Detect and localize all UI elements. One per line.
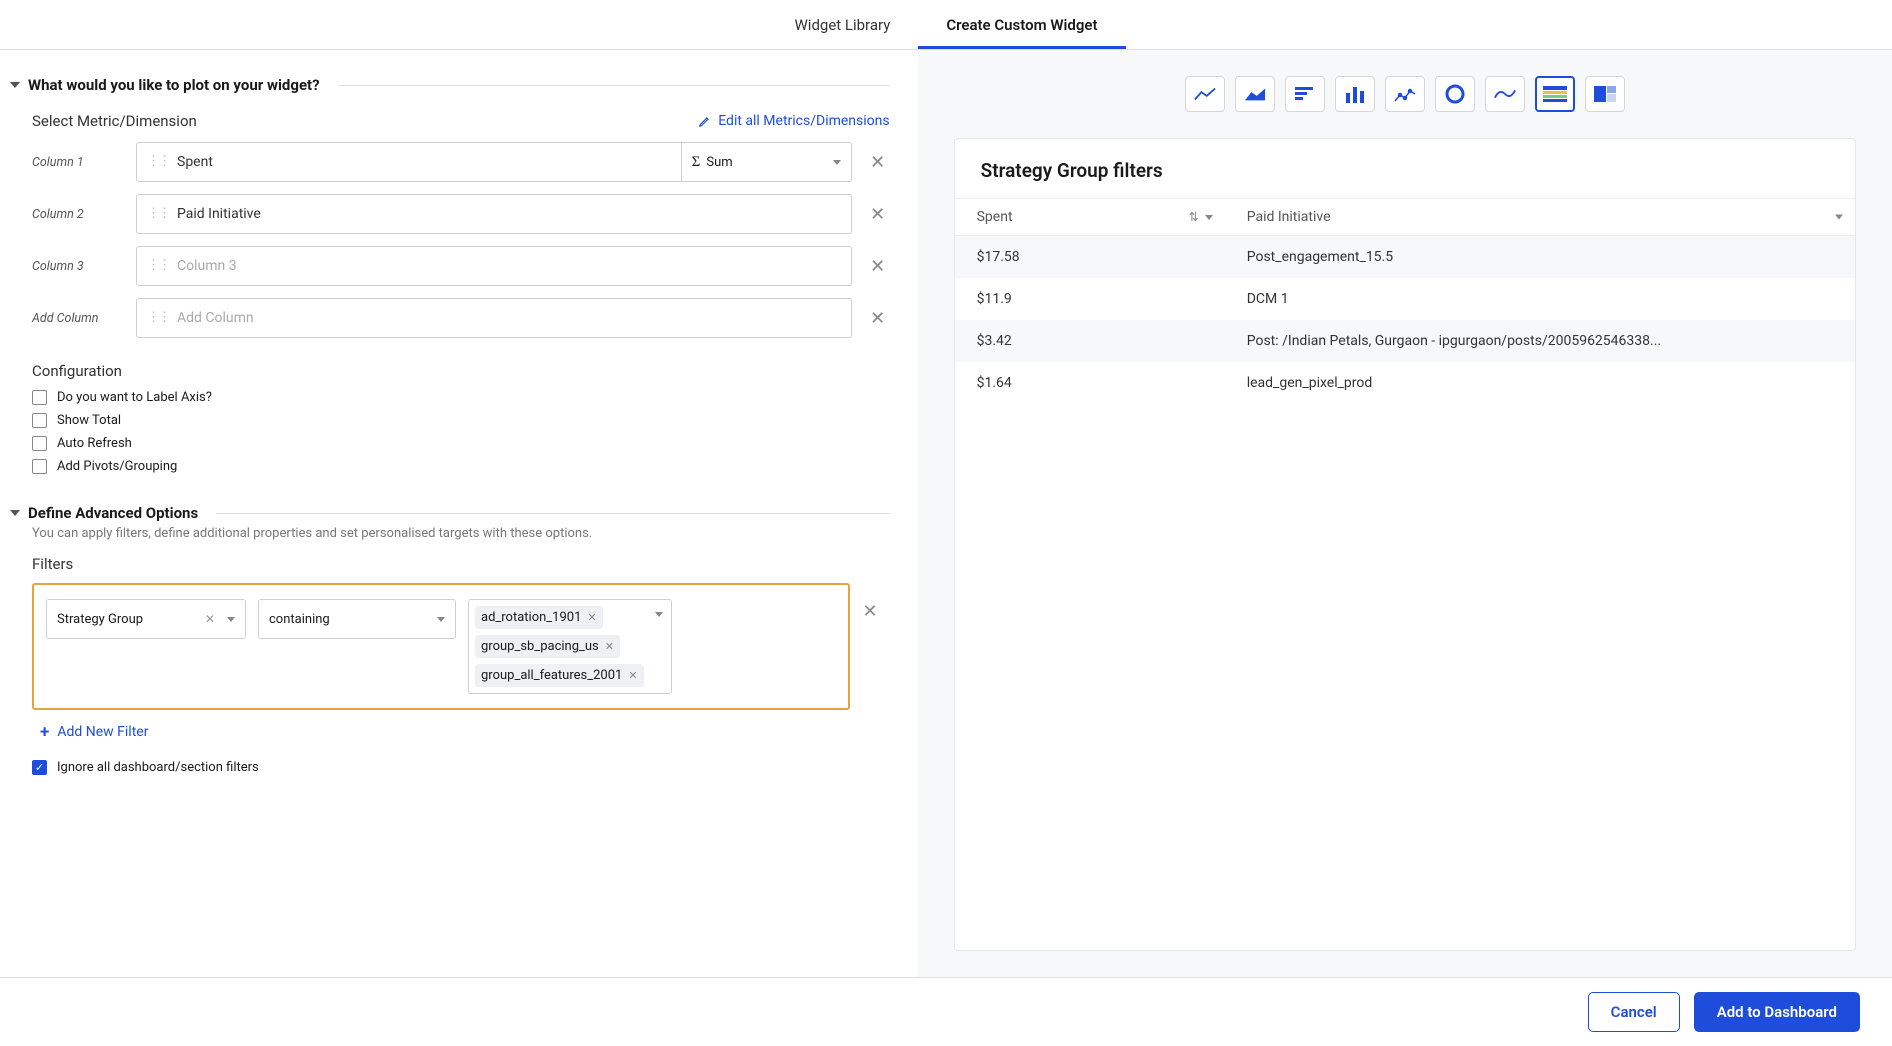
preview-panel: Strategy Group filters Spent ⇅ Paid Init… (918, 50, 1892, 977)
preview-title: Strategy Group filters (955, 139, 1855, 198)
chevron-down-icon (833, 160, 841, 165)
chart-type-toolbar (954, 76, 1856, 112)
column1-aggregation-select[interactable]: ΣSum (682, 142, 852, 182)
filter-values-multiselect[interactable]: ad_rotation_1901✕ group_sb_pacing_us✕ gr… (468, 599, 672, 694)
table-header-paid-initiative[interactable]: Paid Initiative (1225, 199, 1855, 236)
configuration-title: Configuration (32, 362, 890, 380)
remove-column2-button[interactable]: ✕ (866, 204, 890, 225)
cfg-show-total: Show Total (57, 413, 121, 428)
checkbox-show-total[interactable] (32, 413, 47, 428)
chart-type-spline-icon[interactable] (1485, 76, 1525, 112)
chart-type-line-icon[interactable] (1185, 76, 1225, 112)
chevron-down-icon (655, 612, 663, 617)
table-row: $17.58Post_engagement_15.5 (955, 236, 1855, 279)
preview-card: Strategy Group filters Spent ⇅ Paid Init… (954, 138, 1856, 951)
chevron-down-icon (437, 617, 445, 622)
remove-filter-button[interactable]: ✕ (863, 601, 878, 622)
add-column-label: Add Column (32, 311, 122, 326)
chart-type-scatter-icon[interactable] (1385, 76, 1425, 112)
chart-type-vbar-icon[interactable] (1335, 76, 1375, 112)
column2-label: Column 2 (32, 207, 122, 222)
chart-type-hbar-icon[interactable] (1285, 76, 1325, 112)
checkbox-auto-refresh[interactable] (32, 436, 47, 451)
filter-operator-select[interactable]: containing (258, 599, 456, 639)
tab-widget-library[interactable]: Widget Library (766, 4, 918, 49)
pencil-icon (698, 114, 712, 128)
ignore-filters-label: Ignore all dashboard/section filters (57, 760, 259, 775)
chart-type-area-icon[interactable] (1235, 76, 1275, 112)
filter-tag: group_sb_pacing_us✕ (475, 635, 620, 658)
chevron-down-icon[interactable] (10, 82, 20, 88)
filter-row: Strategy Group ✕ containing ad_rotation_… (32, 583, 850, 710)
column1-input[interactable]: ⋮⋮ Spent (136, 142, 682, 182)
column1-label: Column 1 (32, 155, 122, 170)
advanced-subtext: You can apply filters, define additional… (32, 526, 890, 541)
filter-field-select[interactable]: Strategy Group ✕ (46, 599, 246, 639)
remove-tag-icon[interactable]: ✕ (605, 640, 614, 653)
cfg-add-pivots: Add Pivots/Grouping (57, 459, 177, 474)
config-panel: What would you like to plot on your widg… (0, 50, 918, 977)
drag-handle-icon[interactable]: ⋮⋮ (147, 263, 169, 269)
chevron-down-icon[interactable] (10, 510, 20, 516)
filter-tag: ad_rotation_1901✕ (475, 606, 603, 629)
drag-handle-icon[interactable]: ⋮⋮ (147, 211, 169, 217)
add-to-dashboard-button[interactable]: Add to Dashboard (1694, 992, 1860, 1032)
checkbox-add-pivots[interactable] (32, 459, 47, 474)
remove-column3-button[interactable]: ✕ (866, 256, 890, 277)
table-row: $3.42Post: /Indian Petals, Gurgaon - ipg… (955, 320, 1855, 362)
filters-title: Filters (32, 555, 890, 573)
drag-handle-icon[interactable]: ⋮⋮ (147, 159, 169, 165)
sort-icon[interactable]: ⇅ (1189, 210, 1199, 224)
column2-input[interactable]: ⋮⋮ Paid Initiative (136, 194, 852, 234)
checkbox-ignore-dashboard-filters[interactable]: ✓ (32, 760, 47, 775)
cfg-auto-refresh: Auto Refresh (57, 436, 132, 451)
column3-input[interactable]: ⋮⋮ Column 3 (136, 246, 852, 286)
drag-handle-icon[interactable]: ⋮⋮ (147, 315, 169, 321)
remove-column1-button[interactable]: ✕ (866, 152, 890, 173)
edit-all-metrics-link[interactable]: Edit all Metrics/Dimensions (698, 113, 889, 129)
add-column-input[interactable]: ⋮⋮ Add Column (136, 298, 852, 338)
table-row: $11.9DCM 1 (955, 278, 1855, 320)
remove-tag-icon[interactable]: ✕ (628, 669, 637, 682)
tab-create-custom-widget[interactable]: Create Custom Widget (918, 4, 1125, 49)
select-metric-label: Select Metric/Dimension (32, 112, 197, 130)
cancel-button[interactable]: Cancel (1588, 992, 1680, 1032)
cfg-label-axis: Do you want to Label Axis? (57, 390, 212, 405)
table-header-spent[interactable]: Spent ⇅ (955, 199, 1225, 236)
chevron-down-icon[interactable] (1205, 215, 1213, 220)
chart-type-treemap-icon[interactable] (1585, 76, 1625, 112)
clear-icon[interactable]: ✕ (205, 612, 215, 626)
tab-bar: Widget Library Create Custom Widget (0, 0, 1892, 50)
section-advanced-title: Define Advanced Options (28, 504, 198, 522)
chevron-down-icon[interactable] (1835, 215, 1843, 220)
add-new-filter-button[interactable]: + Add New Filter (40, 722, 890, 742)
filter-tag: group_all_features_2001✕ (475, 664, 644, 687)
footer: Cancel Add to Dashboard (0, 977, 1892, 1046)
remove-tag-icon[interactable]: ✕ (587, 611, 596, 624)
table-row: $1.64lead_gen_pixel_prod (955, 362, 1855, 404)
chevron-down-icon (227, 617, 235, 622)
remove-add-column-button[interactable]: ✕ (866, 308, 890, 329)
chart-type-table-icon[interactable] (1535, 76, 1575, 112)
section-plot-title: What would you like to plot on your widg… (28, 76, 320, 94)
checkbox-label-axis[interactable] (32, 390, 47, 405)
chart-type-donut-icon[interactable] (1435, 76, 1475, 112)
column3-label: Column 3 (32, 259, 122, 274)
